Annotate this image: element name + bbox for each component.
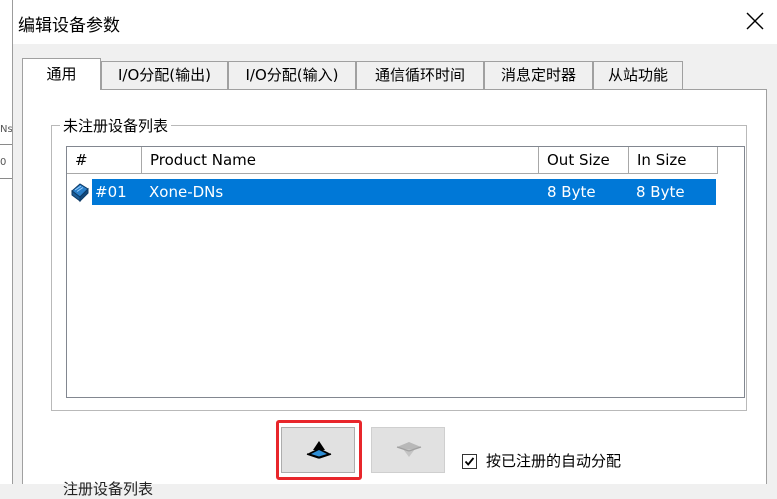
unregister-up-icon <box>396 442 422 457</box>
title-bar: 编辑设备参数 <box>13 0 777 44</box>
tab-io-output[interactable]: I/O分配(输出) <box>101 61 228 89</box>
auto-assign-label[interactable]: 按已注册的自动分配 <box>486 450 621 471</box>
tab-message-timer[interactable]: 消息定时器 <box>484 61 593 89</box>
unregistered-devices-label: 未注册设备列表 <box>60 115 172 136</box>
cell-in-size: 8 Byte <box>636 183 685 201</box>
unregistered-devices-list[interactable]: # Product Name Out Size In Size #01 Xone… <box>66 146 745 398</box>
close-icon <box>746 12 764 30</box>
tab-slave-function[interactable]: 从站功能 <box>593 61 683 89</box>
registered-devices-label: 注册设备列表 <box>63 480 154 498</box>
column-header-out-size[interactable]: Out Size <box>539 147 629 174</box>
tab-comm-cycle-time[interactable]: 通信循环时间 <box>356 61 484 89</box>
tab-general[interactable]: 通用 <box>22 58 101 90</box>
unregistered-devices-group: 未注册设备列表 # Product Name Out Size In Size <box>51 115 747 411</box>
annotation-highlight-box <box>276 420 362 480</box>
edit-device-parameters-dialog: 编辑设备参数 通用 I/O分配(输出) I/O分配(输入) 通信循环时间 消息定… <box>12 0 777 498</box>
cell-out-size: 8 Byte <box>547 183 596 201</box>
tab-panel-general: 未注册设备列表 # Product Name Out Size In Size <box>22 89 767 498</box>
checkmark-icon <box>464 457 475 466</box>
tab-io-input[interactable]: I/O分配(输入) <box>228 61 356 89</box>
column-header-number[interactable]: # <box>67 147 142 174</box>
cell-product-name: Xone-DNs <box>149 183 224 201</box>
dialog-title: 编辑设备参数 <box>18 16 120 36</box>
auto-assign-checkbox[interactable] <box>462 454 477 469</box>
column-header-in-size[interactable]: In Size <box>629 147 718 174</box>
selected-row-highlight: #01 Xone-DNs 8 Byte 8 Byte <box>92 179 716 205</box>
table-row[interactable]: #01 Xone-DNs 8 Byte 8 Byte <box>69 179 716 205</box>
background-text-fragment: Ns <box>0 124 13 135</box>
background-text-fragment: 0 <box>0 157 7 168</box>
unregister-device-button[interactable] <box>371 427 445 473</box>
tab-strip: 通用 I/O分配(输出) I/O分配(输入) 通信循环时间 消息定时器 从站功能 <box>22 58 777 90</box>
column-header-product-name[interactable]: Product Name <box>142 147 539 174</box>
cell-number: #01 <box>95 183 127 201</box>
device-icon <box>71 183 89 203</box>
close-button[interactable] <box>732 0 777 44</box>
list-header: # Product Name Out Size In Size <box>67 147 718 175</box>
